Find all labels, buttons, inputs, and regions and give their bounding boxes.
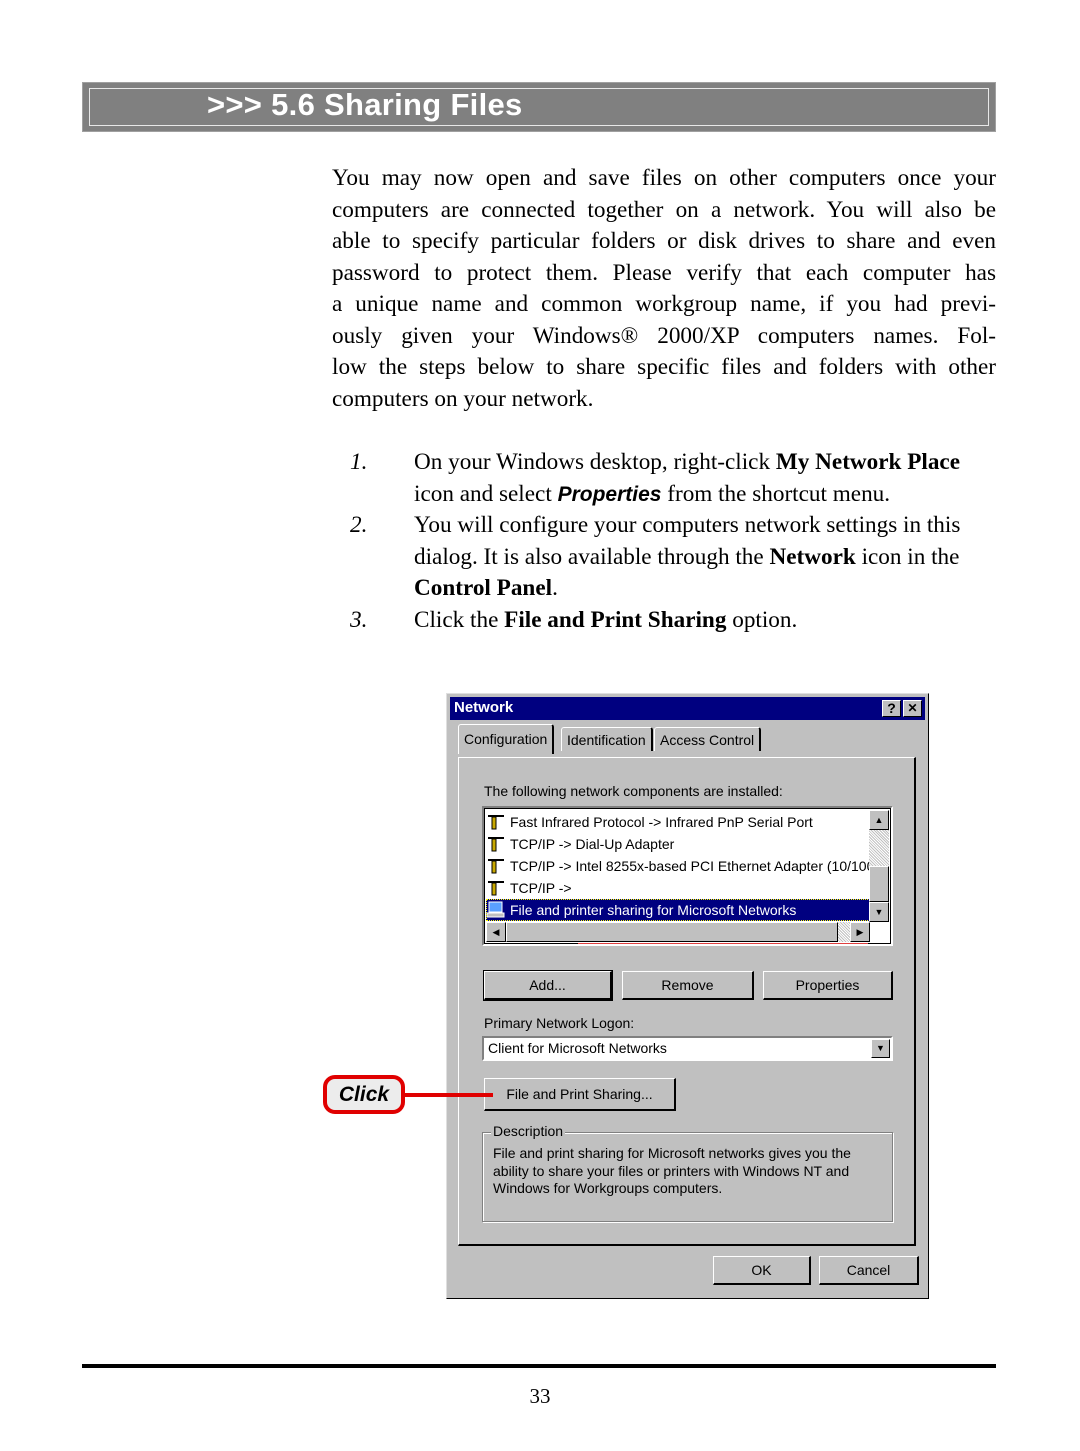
scroll-thumb[interactable] [506, 922, 838, 942]
components-listbox[interactable]: Fast Infrared Protocol -> Infrared PnP S… [482, 806, 893, 946]
remove-button[interactable]: Remove [622, 971, 754, 1000]
step-text: from the shortcut menu. [661, 480, 891, 507]
step-italic: Properties [557, 482, 662, 506]
cancel-button[interactable]: Cancel [819, 1256, 919, 1285]
step-bold: Network [769, 543, 856, 570]
intro-line: able to specify particular folders or di… [332, 228, 996, 254]
step-number: 3. [350, 606, 368, 633]
computer-share-icon [486, 901, 505, 918]
list-item-label: Fast Infrared Protocol -> Infrared PnP S… [510, 814, 813, 830]
intro-line: password to protect them. Please verify … [332, 259, 996, 286]
intro-line: computers on your network. [332, 385, 594, 412]
scroll-right-button[interactable]: ▶ [850, 922, 870, 942]
step-bold: File and Print Sharing [504, 606, 727, 633]
tab-access-control[interactable]: Access Control [654, 727, 762, 751]
list-item-label: TCP/IP -> Intel 8255x-based PCI Ethernet… [510, 858, 880, 874]
scroll-up-button[interactable]: ▲ [869, 810, 889, 830]
list-item-label: TCP/IP -> [510, 880, 572, 896]
steps-list: 1. On your Windows desktop, right-click … [350, 447, 1000, 636]
intro-line: computers are connected together on a ne… [332, 196, 996, 223]
step-1: 1. On your Windows desktop, right-click … [350, 447, 1000, 510]
intro-line: low the steps below to share specific fi… [332, 354, 996, 380]
primary-logon-select[interactable]: Client for Microsoft Networks ▼ [482, 1036, 893, 1061]
network-protocol-icon [488, 815, 504, 830]
description-legend: Description [491, 1123, 566, 1139]
step-number: 1. [350, 449, 368, 475]
footer-rule [82, 1364, 996, 1368]
step-number: 2. [350, 512, 368, 538]
step-text: icon and select [414, 480, 558, 507]
step-bold: My Network Place [775, 449, 961, 475]
section-title: >>> 5.6 Sharing Files [207, 87, 523, 122]
tab-identification[interactable]: Identification [561, 727, 653, 751]
primary-logon-label: Primary Network Logon: [484, 1015, 635, 1031]
network-protocol-icon [488, 881, 504, 896]
section-header: >>> 5.6 Sharing Files [82, 82, 996, 132]
step-bold: Control Panel [414, 575, 553, 601]
list-item-label: TCP/IP -> Dial-Up Adapter [510, 836, 675, 852]
network-protocol-icon [488, 837, 504, 852]
list-item[interactable]: Fast Infrared Protocol -> Infrared PnP S… [486, 811, 870, 833]
click-callout: Click [323, 1075, 405, 1114]
scroll-down-button[interactable]: ▼ [869, 902, 889, 922]
ok-button[interactable]: OK [713, 1256, 811, 1285]
list-item[interactable]: TCP/IP -> Dial-Up Adapter [486, 833, 870, 855]
intro-paragraph: You may now open and save files on other… [332, 163, 996, 415]
step-text: option. [726, 606, 798, 633]
tab-configuration[interactable]: Configuration [458, 724, 555, 754]
help-button[interactable]: ? [882, 700, 901, 717]
horizontal-scrollbar[interactable]: ◀ ▶ [486, 922, 870, 942]
dialog-title: Network [454, 699, 514, 716]
page-number: 33 [529, 1384, 551, 1408]
properties-button[interactable]: Properties [763, 971, 893, 1000]
list-item-selected[interactable]: File and printer sharing for Microsoft N… [486, 899, 870, 921]
network-dialog: Network ? ✕ Configuration Identification… [446, 693, 929, 1299]
list-item[interactable]: TCP/IP -> Your Wireless LAN adapter mode… [486, 877, 870, 944]
primary-logon-value: Client for Microsoft Networks [488, 1040, 667, 1056]
step-text: Click the [414, 606, 505, 633]
file-print-sharing-button[interactable]: File and Print Sharing... [484, 1078, 676, 1111]
list-item-label: File and printer sharing for Microsoft N… [510, 902, 797, 918]
chevron-down-icon[interactable]: ▼ [871, 1039, 890, 1058]
add-button[interactable]: Add... [483, 970, 613, 1001]
dialog-titlebar[interactable]: Network ? ✕ [450, 697, 925, 720]
components-label: The following network components are ins… [484, 783, 783, 799]
step-3: 3. Click the File and Print Sharing opti… [350, 605, 1000, 637]
intro-line: a unique name and common workgroup name,… [332, 291, 996, 317]
step-text: On your Windows desktop, right-click [414, 449, 776, 475]
close-button[interactable]: ✕ [903, 700, 922, 717]
scroll-thumb[interactable] [869, 866, 889, 902]
intro-line: You may now open and save files on other… [332, 165, 996, 191]
description-text: File and print sharing for Microsoft net… [493, 1145, 851, 1196]
callout-pointer-line [405, 1093, 493, 1097]
step-text: icon in the [855, 543, 960, 570]
step-text: . [552, 575, 558, 601]
description-group: Description File and print sharing for M… [482, 1123, 893, 1222]
network-protocol-icon [488, 859, 504, 874]
adapter-model-annotation: Your Wireless LAN adapter model [578, 943, 868, 944]
list-item[interactable]: TCP/IP -> Intel 8255x-based PCI Ethernet… [486, 855, 879, 877]
step-2: 2. You will configure your computers net… [350, 510, 1000, 605]
intro-line: ously given your Windows® 2000/XP comput… [332, 322, 996, 349]
scroll-left-button[interactable]: ◀ [486, 922, 506, 942]
vertical-scrollbar[interactable]: ▲ ▼ [869, 810, 889, 922]
